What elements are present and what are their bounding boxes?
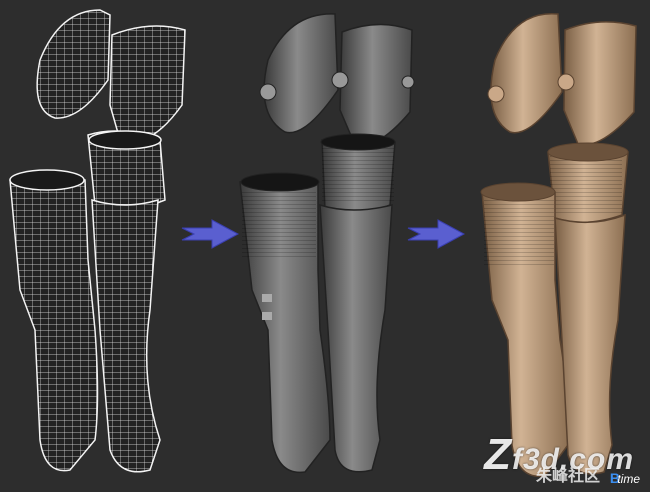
- boot-renders: [9, 9, 637, 478]
- watermark-logo-z: Z: [484, 430, 512, 479]
- watermark-chinese: 朱峰社区: [535, 466, 600, 485]
- render-canvas: [0, 0, 650, 492]
- watermark: Zf3d.com 朱峰社区 B time: [470, 428, 640, 488]
- grey-shaded-model: [239, 13, 415, 474]
- arrow-icon: [407, 219, 466, 249]
- wireframe-model: [9, 9, 186, 473]
- arrow-icon: [181, 219, 240, 249]
- clay-textured-model: [480, 12, 637, 478]
- watermark-badge-time: time: [617, 472, 640, 486]
